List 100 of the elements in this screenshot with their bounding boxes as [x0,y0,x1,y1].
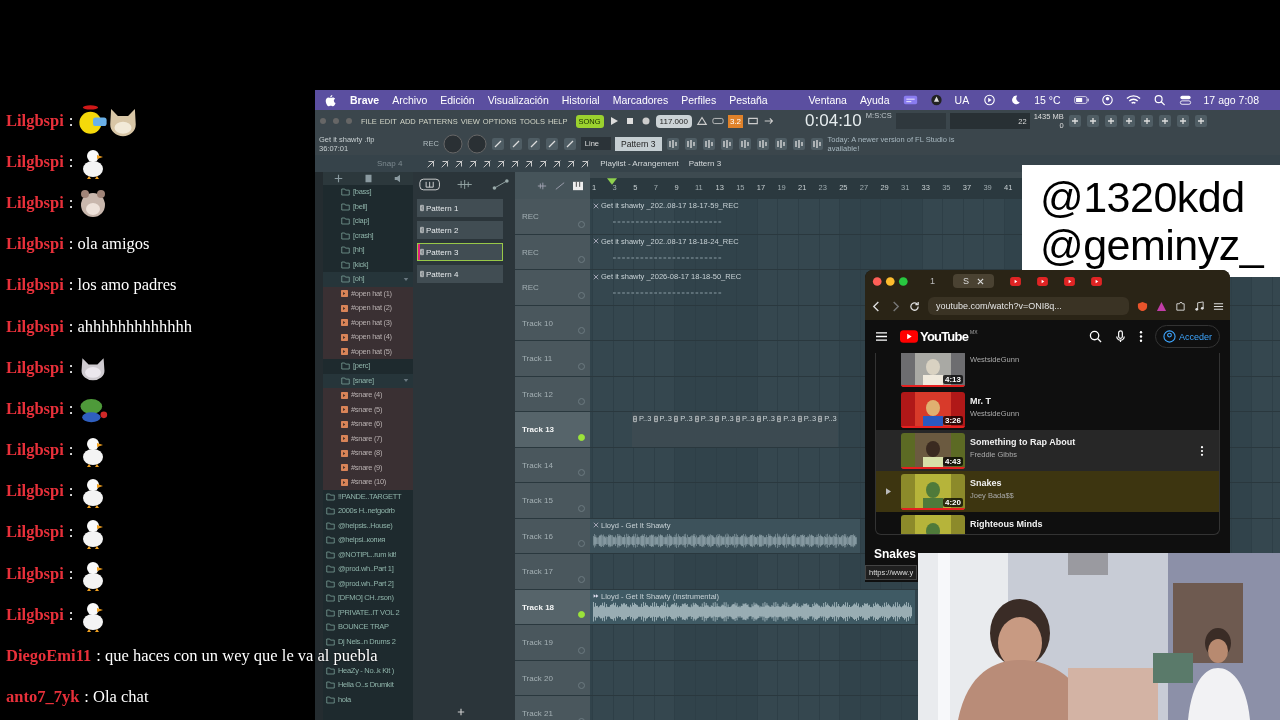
tool-icon[interactable] [496,158,507,169]
tool-icon[interactable] [538,158,549,169]
pattern-item[interactable]: Pattern 1 [417,199,503,217]
toolbar-square-icon[interactable] [1157,114,1172,129]
tool-icon[interactable] [510,158,521,169]
browser-tab[interactable]: S [953,274,995,288]
tempo-display[interactable]: 117.000 [655,114,692,128]
menu-item[interactable]: Archivo [392,94,428,106]
menu-item[interactable]: Visualización [487,94,549,106]
toolbar-square-icon[interactable] [809,136,824,151]
menu-icon[interactable] [1213,300,1224,312]
video-tab-icon[interactable] [1010,276,1022,286]
battery-icon[interactable] [1073,94,1089,106]
toolbar-square-icon[interactable] [1121,114,1136,129]
shield-icon[interactable] [1137,300,1148,312]
pattern-item[interactable]: Pattern 2 [417,221,503,239]
plus-icon[interactable] [457,708,465,716]
track-header[interactable]: Track 15 [515,483,590,518]
video-tab-icon[interactable] [1064,276,1076,286]
menu-icon[interactable] [875,331,888,342]
toolbar-square-icon[interactable] [1085,114,1100,129]
track-header[interactable]: Track 17 [515,554,590,589]
toolbar-square-icon[interactable] [755,136,770,151]
menu-item[interactable]: Edición [440,94,475,106]
close-icon[interactable] [977,277,985,285]
pattern-item[interactable]: Pattern 3 [417,243,503,261]
menu-item[interactable]: Marcadores [612,94,669,106]
user-icon[interactable] [1099,94,1115,106]
track-header[interactable]: Track 12 [515,376,590,411]
puzzle-icon[interactable] [1175,300,1186,312]
play-icon[interactable] [982,94,998,106]
weather[interactable]: 15 °C [1034,94,1061,106]
toolbar-square-icon[interactable] [737,136,752,151]
toolbar-square-icon[interactable] [683,136,698,151]
track-header[interactable]: Track 16 [515,518,590,553]
file-icon[interactable] [363,174,373,183]
track-header[interactable]: Track 21 [515,696,590,720]
toolbar-square-icon[interactable] [1193,114,1208,129]
track-header[interactable]: REC [515,270,590,305]
tool-icon[interactable] [468,158,479,169]
back-icon[interactable] [871,300,882,312]
track-header[interactable]: Track 10 [515,305,590,340]
video-item[interactable]: Righteous Minds [876,512,1219,534]
piano-roll-icon[interactable] [419,178,441,191]
music-icon[interactable] [1194,300,1205,312]
track-header[interactable]: Track 18 [515,589,590,624]
tool-icon[interactable] [566,158,577,169]
tool-icon[interactable] [524,158,535,169]
forward-icon[interactable] [890,300,901,312]
control-center-icon[interactable] [1177,94,1193,106]
menu-item[interactable]: Ayuda [859,94,890,106]
wifi-icon[interactable] [1125,94,1141,106]
toolbar-square-icon[interactable] [544,136,559,151]
toolbar-square-icon[interactable] [1067,114,1082,129]
toolbar-square-icon[interactable] [665,136,680,151]
track-header[interactable]: Track 13 [515,412,590,447]
toolbar-square-icon[interactable] [1103,114,1118,129]
tool-icon[interactable] [482,158,493,169]
apple-icon[interactable] [325,93,336,107]
menu-item[interactable]: Ventana [808,94,847,106]
track-header[interactable]: Track 19 [515,625,590,660]
tool-icon[interactable] [580,158,591,169]
browser-tab[interactable]: 1 [920,274,945,288]
toolbar-square-icon[interactable] [526,136,541,151]
toolbar-square-icon[interactable] [1139,114,1154,129]
audio-icon[interactable] [536,180,548,191]
toolbar-square-icon[interactable] [773,136,788,151]
track-header[interactable]: Track 14 [515,447,590,482]
toolbar-square-icon[interactable] [562,136,577,151]
toolbar-square-icon[interactable] [719,136,734,151]
toolbar-square-icon[interactable] [508,136,523,151]
menu-item[interactable]: Pestaña [729,94,768,106]
toolbar-square-icon[interactable] [1175,114,1190,129]
video-tab-icon[interactable] [1091,276,1103,286]
menu-item[interactable]: Historial [561,94,600,106]
tool-icon[interactable] [454,158,465,169]
pattern-selector[interactable]: Pattern 3 [615,136,662,151]
video-tab-icon[interactable] [1037,276,1049,286]
more-icon[interactable] [1138,330,1143,343]
more-icon[interactable] [1200,444,1204,457]
address-bar[interactable]: youtube.com/watch?v=ONI8q... [928,297,1129,315]
speaker-icon[interactable] [393,174,403,183]
playhead-icon[interactable] [607,178,617,185]
tool-icon[interactable] [552,158,563,169]
reload-icon[interactable] [909,300,920,312]
window-icon[interactable] [902,94,918,106]
tool-icon[interactable] [440,158,451,169]
toolbar-square-icon[interactable] [701,136,716,151]
toolbar-square-icon[interactable] [490,136,505,151]
microphone-icon[interactable] [1113,330,1127,343]
input-source[interactable]: UA [954,94,970,106]
track-header[interactable]: Track 20 [515,660,590,695]
metronome-icon[interactable] [695,115,708,128]
youtube-logo[interactable]: YouTube$^{MX}$ [900,329,978,344]
piano-roll-icon[interactable] [572,180,584,191]
search-icon[interactable] [1088,330,1102,343]
toolbar-square-icon[interactable] [791,136,806,151]
tool-icon[interactable] [426,158,437,169]
menu-item[interactable]: Brave [350,94,380,106]
plus-icon[interactable] [333,174,343,183]
